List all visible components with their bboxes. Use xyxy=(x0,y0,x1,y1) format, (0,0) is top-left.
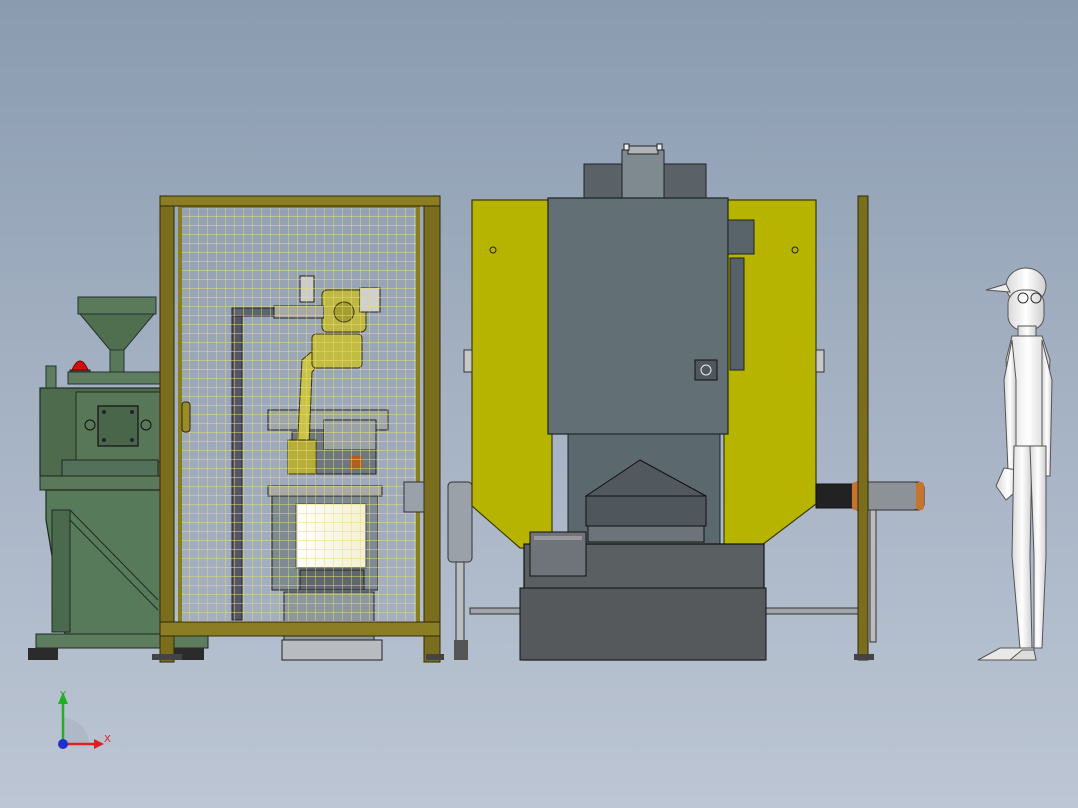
control-switch xyxy=(694,359,718,381)
cell-post-left xyxy=(159,195,175,663)
guard-left xyxy=(471,199,553,549)
hopper-top xyxy=(77,296,157,315)
human-figure xyxy=(977,267,1053,661)
cad-viewport[interactable]: Y X xyxy=(0,0,1078,808)
hopper-funnel xyxy=(78,313,156,351)
press-machine xyxy=(403,143,925,661)
y-axis-label: Y xyxy=(59,690,67,701)
coordinate-triad: Y X xyxy=(58,690,111,749)
assembly-scene: Y X xyxy=(28,143,1053,749)
cell-post-right xyxy=(423,195,441,663)
robot-cell xyxy=(152,195,444,663)
right-post xyxy=(857,195,869,661)
x-axis-label: X xyxy=(104,734,111,745)
z-axis-dot xyxy=(58,739,68,749)
safety-mesh xyxy=(180,206,418,626)
press-body xyxy=(547,197,729,435)
